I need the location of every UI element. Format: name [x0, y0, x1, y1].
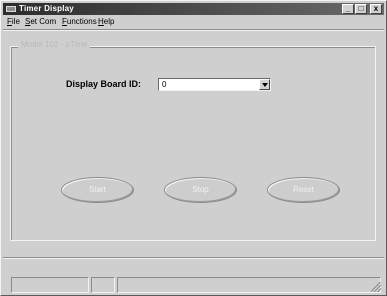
title-bar[interactable]: Timer Display _ □ x [3, 3, 384, 15]
menu-functions[interactable]: Functions [62, 16, 97, 28]
menu-file[interactable]: File [7, 16, 20, 28]
chevron-down-icon [262, 83, 268, 87]
status-panel-1 [11, 277, 89, 293]
display-board-id-select[interactable]: 0 [158, 78, 271, 91]
start-button[interactable]: Start [61, 177, 134, 203]
menu-divider [3, 29, 384, 31]
timer-display-window: Timer Display _ □ x File Set Com Functio… [0, 0, 387, 296]
display-board-id-value: 0 [162, 80, 167, 89]
menu-set-com-label: et Com [30, 17, 57, 26]
menu-set-com[interactable]: Set Com [25, 16, 56, 28]
minimize-button[interactable]: _ [342, 4, 354, 14]
resize-grip-icon[interactable] [371, 282, 381, 292]
app-icon[interactable] [6, 6, 16, 12]
menu-functions-label: unctions [66, 17, 97, 26]
reset-button[interactable]: Reset [267, 177, 340, 203]
status-panel-3 [117, 277, 381, 293]
menu-help[interactable]: Help [98, 16, 114, 28]
status-panel-2 [91, 277, 115, 293]
close-button[interactable]: x [370, 4, 382, 14]
dropdown-button[interactable] [259, 79, 270, 90]
model-groupbox [10, 46, 376, 241]
status-bar [3, 277, 384, 293]
display-board-id-label: Display Board ID: [66, 79, 142, 89]
menu-bar: File Set Com Functions Help [3, 16, 384, 28]
menu-help-label: elp [103, 17, 115, 26]
menu-file-label: ile [11, 17, 20, 26]
maximize-button[interactable]: □ [355, 4, 367, 14]
window-title: Timer Display [19, 4, 74, 13]
bottom-divider [3, 257, 384, 259]
stop-button[interactable]: Stop [164, 177, 237, 203]
groupbox-label: Model 102 - pTime [18, 39, 91, 51]
